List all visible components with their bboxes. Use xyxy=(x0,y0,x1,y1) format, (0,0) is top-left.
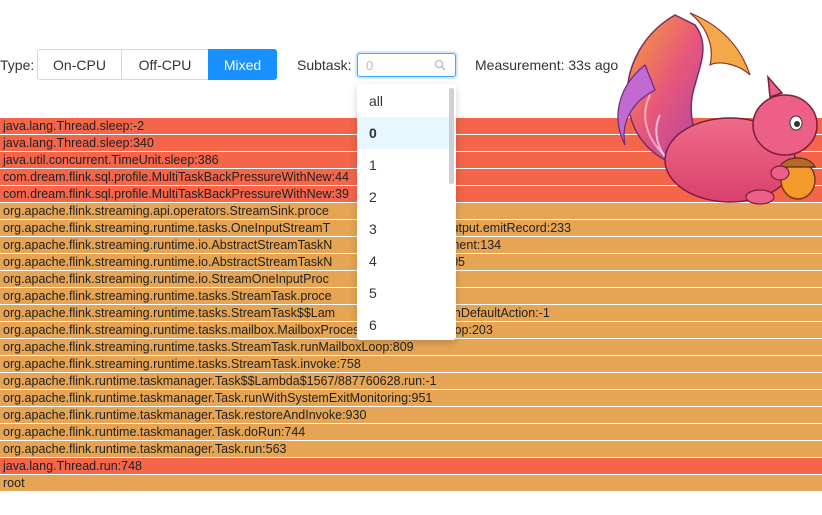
on-cpu-button[interactable]: On-CPU xyxy=(37,49,122,80)
flame-frame[interactable]: java.lang.Thread.run:748 xyxy=(0,458,822,475)
subtask-option-all[interactable]: all xyxy=(357,85,456,117)
off-cpu-button[interactable]: Off-CPU xyxy=(121,49,209,80)
subtask-select-placeholder: 0 xyxy=(366,58,374,73)
flame-frame[interactable]: org.apache.flink.streaming.runtime.tasks… xyxy=(0,356,822,373)
subtask-option-4[interactable]: 4 xyxy=(357,245,456,277)
subtask-label: Subtask: xyxy=(297,57,352,73)
search-icon xyxy=(434,59,446,71)
subtask-dropdown: all 0 1 2 3 4 5 6 xyxy=(357,84,456,340)
flink-squirrel-logo xyxy=(617,12,818,205)
type-segmented-control: On-CPU Off-CPU Mixed xyxy=(37,49,277,80)
flame-frame[interactable]: org.apache.flink.streaming.runtime.tasks… xyxy=(0,339,822,356)
measurement-text: Measurement: 33s ago xyxy=(475,57,619,73)
flame-frame[interactable]: org.apache.flink.runtime.taskmanager.Tas… xyxy=(0,390,822,407)
subtask-option-2[interactable]: 2 xyxy=(357,181,456,213)
mixed-button[interactable]: Mixed xyxy=(208,49,277,80)
flame-frame[interactable]: org.apache.flink.runtime.taskmanager.Tas… xyxy=(0,407,822,424)
subtask-option-1[interactable]: 1 xyxy=(357,149,456,181)
subtask-option-6[interactable]: 6 xyxy=(357,309,456,340)
type-label: Type: xyxy=(0,57,35,73)
flame-frame[interactable]: org.apache.flink.runtime.taskmanager.Tas… xyxy=(0,424,822,441)
flame-frame[interactable]: org.apache.flink.runtime.taskmanager.Tas… xyxy=(0,441,822,458)
flame-frame[interactable]: org.apache.flink.runtime.taskmanager.Tas… xyxy=(0,373,822,390)
subtask-option-5[interactable]: 5 xyxy=(357,277,456,309)
subtask-option-3[interactable]: 3 xyxy=(357,213,456,245)
flame-frame[interactable]: root xyxy=(0,475,822,492)
dropdown-scrollbar[interactable] xyxy=(449,88,454,184)
subtask-select[interactable]: 0 xyxy=(357,53,456,77)
subtask-option-0[interactable]: 0 xyxy=(357,117,456,149)
